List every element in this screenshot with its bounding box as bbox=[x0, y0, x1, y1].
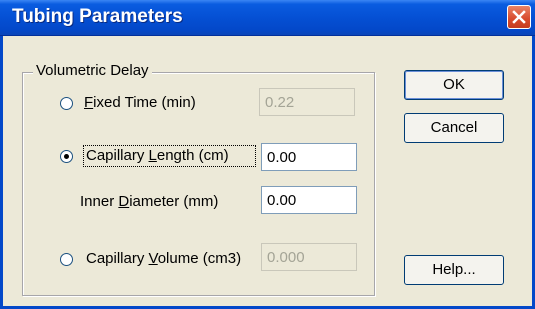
inner-diameter-label: Inner Diameter (mm) bbox=[80, 193, 219, 210]
fixed-time-input: 0.22 bbox=[259, 88, 355, 116]
capillary-length-input[interactable]: 0.00 bbox=[261, 143, 357, 171]
fixed-time-label[interactable]: Fixed Time (min) bbox=[84, 94, 196, 111]
window-title: Tubing Parameters bbox=[12, 6, 183, 27]
close-button[interactable] bbox=[507, 5, 531, 29]
fixed-time-radio[interactable] bbox=[60, 97, 73, 110]
title-bar: Tubing Parameters bbox=[0, 0, 535, 36]
group-label: Volumetric Delay bbox=[33, 62, 152, 79]
close-icon bbox=[512, 10, 526, 24]
inner-diameter-input[interactable]: 0.00 bbox=[261, 186, 357, 214]
capillary-length-label[interactable]: Capillary Length (cm) bbox=[86, 147, 229, 164]
ok-button[interactable]: OK bbox=[404, 70, 504, 100]
cancel-button[interactable]: Cancel bbox=[404, 113, 504, 143]
capillary-volume-label[interactable]: Capillary Volume (cm3) bbox=[86, 250, 241, 267]
capillary-length-radio[interactable] bbox=[60, 150, 73, 163]
capillary-volume-input: 0.000 bbox=[261, 243, 357, 271]
help-button[interactable]: Help... bbox=[404, 255, 504, 285]
capillary-volume-radio[interactable] bbox=[60, 253, 73, 266]
